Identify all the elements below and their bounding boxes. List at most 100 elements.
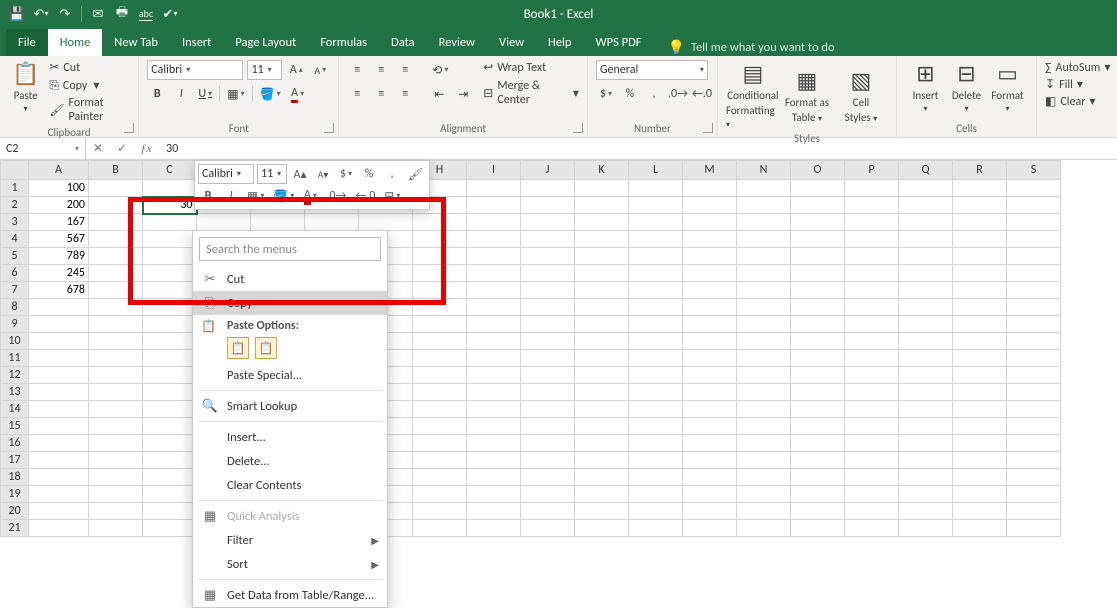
cell[interactable] [683,384,737,401]
cell[interactable] [791,469,845,486]
cell[interactable] [413,503,467,520]
cell[interactable] [791,486,845,503]
cell[interactable] [953,180,1007,197]
cell[interactable] [575,384,629,401]
cell[interactable] [629,401,683,418]
cell[interactable] [29,367,89,384]
touch-icon[interactable]: ✔▾ [159,3,181,25]
cell[interactable] [683,520,737,537]
row-header[interactable]: 13 [1,384,29,401]
cell[interactable] [845,520,899,537]
menu-copy[interactable]: ⎘Copy [193,291,387,315]
cell[interactable] [737,231,791,248]
cell[interactable] [737,486,791,503]
menu-cut[interactable]: ✂Cut [193,267,387,291]
cell[interactable] [1007,248,1061,265]
row-header[interactable]: 7 [1,282,29,299]
cell[interactable] [89,367,143,384]
cell[interactable] [845,231,899,248]
cell[interactable] [791,503,845,520]
row-header[interactable]: 18 [1,469,29,486]
cell[interactable] [629,384,683,401]
cell[interactable] [575,231,629,248]
cell[interactable] [629,333,683,350]
row-header[interactable]: 1 [1,180,29,197]
cell[interactable] [521,469,575,486]
cell[interactable] [683,316,737,333]
cell[interactable] [521,248,575,265]
cell[interactable] [899,520,953,537]
mini-size-combo[interactable]: 11▾ [257,164,287,184]
align-top-button[interactable]: ≡ [347,60,367,80]
tab-formulas[interactable]: Formulas [308,29,379,56]
cell[interactable] [629,197,683,214]
dialog-launcher-icon[interactable] [324,123,334,133]
quickprint-icon[interactable]: 🖶 [111,3,133,25]
cell[interactable] [899,367,953,384]
cell[interactable] [1007,486,1061,503]
cell[interactable] [1007,282,1061,299]
cell[interactable] [29,435,89,452]
cell[interactable] [899,197,953,214]
cell[interactable] [89,384,143,401]
cell[interactable] [413,418,467,435]
cell[interactable] [413,367,467,384]
menu-clear-contents[interactable]: Clear Contents [193,473,387,497]
cell[interactable] [467,452,521,469]
mini-grow-font[interactable]: A▴ [290,164,310,184]
cell[interactable] [845,248,899,265]
cell[interactable] [899,469,953,486]
accounting-format-button[interactable]: $▾ [596,84,616,104]
cell[interactable] [791,401,845,418]
cell[interactable] [629,486,683,503]
cell[interactable] [143,333,197,350]
increase-indent-button[interactable]: ⇥ [453,84,473,104]
column-header[interactable]: O [791,161,845,180]
cell[interactable] [89,248,143,265]
cell[interactable] [521,367,575,384]
cell[interactable] [953,231,1007,248]
wrap-text-button[interactable]: ↩Wrap Text [483,60,579,75]
cell[interactable] [683,367,737,384]
cell[interactable] [629,520,683,537]
cell[interactable] [143,265,197,282]
mini-percent[interactable]: % [359,164,379,184]
cell[interactable] [89,401,143,418]
cell[interactable] [953,401,1007,418]
cell[interactable] [683,401,737,418]
paste-option-keep-source[interactable]: 📋 [227,337,249,359]
cell[interactable] [791,384,845,401]
cell[interactable] [683,452,737,469]
cell[interactable] [143,299,197,316]
cell[interactable] [413,384,467,401]
cell[interactable] [737,469,791,486]
cell[interactable] [1007,333,1061,350]
cell[interactable] [791,231,845,248]
cell[interactable] [791,299,845,316]
cell[interactable] [629,469,683,486]
cell[interactable] [629,180,683,197]
cell[interactable] [683,469,737,486]
decrease-indent-button[interactable]: ⇤ [429,84,449,104]
cell[interactable] [89,435,143,452]
row-header[interactable]: 4 [1,231,29,248]
tab-home[interactable]: Home [48,29,103,56]
cell[interactable] [683,248,737,265]
cell[interactable] [521,418,575,435]
cell[interactable] [413,316,467,333]
cell[interactable] [791,197,845,214]
conditional-formatting-button[interactable]: ▤ConditionalFormatting ▾ [726,60,780,130]
mini-merge[interactable]: ⊟▾ [381,186,403,206]
cell[interactable] [629,231,683,248]
cell[interactable] [845,469,899,486]
cell[interactable] [953,214,1007,231]
clear-button[interactable]: ◧Clear▾ [1045,94,1109,109]
cell[interactable] [143,452,197,469]
select-all-corner[interactable] [1,161,29,180]
cell[interactable]: 100 [29,180,89,197]
cell[interactable] [953,350,1007,367]
cell[interactable] [143,180,197,197]
cell[interactable] [521,384,575,401]
cell[interactable] [629,316,683,333]
number-format-combo[interactable]: General▾ [596,60,708,80]
